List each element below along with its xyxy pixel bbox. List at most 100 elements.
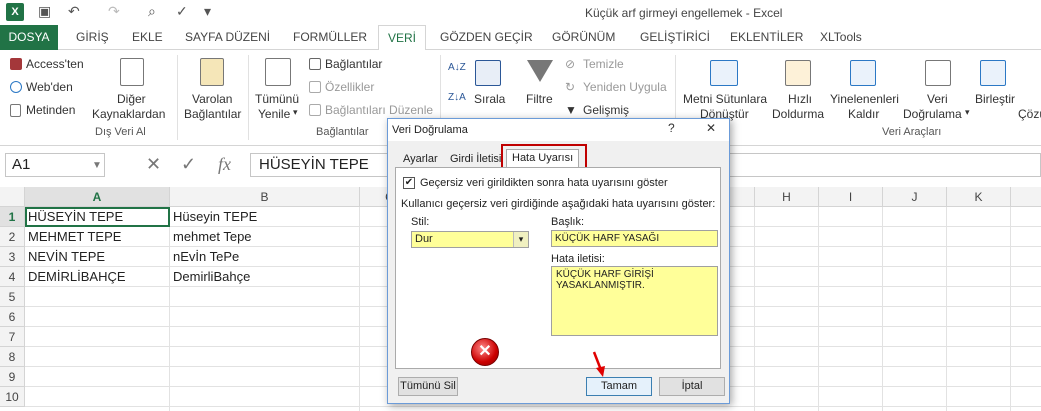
- cancel-icon[interactable]: ✕: [146, 154, 161, 175]
- cell-a4[interactable]: DEMİRLİBAHÇE: [25, 267, 170, 287]
- tab-addins[interactable]: EKLENTİLER: [722, 25, 811, 50]
- divider: [248, 55, 249, 140]
- data-validation-dialog: Veri Doğrulama ? ✕ Ayarlar Girdi İletisi…: [387, 118, 730, 404]
- tab-developer[interactable]: GELİŞTİRİCİ: [632, 25, 718, 50]
- name-box-dropdown-icon[interactable]: ▼: [92, 160, 102, 171]
- show-error-checkbox[interactable]: ✔: [403, 177, 415, 189]
- clear-button[interactable]: Temizle: [583, 57, 624, 71]
- cell-b1[interactable]: Hüseyin TEPE: [170, 207, 360, 227]
- customize-qat-icon[interactable]: ▾: [204, 3, 211, 20]
- undo-icon[interactable]: ↶: [68, 3, 80, 20]
- text-to-columns-label1[interactable]: Metni Sütunlara: [683, 92, 767, 106]
- ok-button[interactable]: Tamam: [586, 377, 652, 396]
- divider: [177, 55, 178, 140]
- sort-button[interactable]: Sırala: [474, 92, 505, 106]
- cell-a2[interactable]: MEHMET TEPE: [25, 227, 170, 247]
- cell-a3[interactable]: NEVİN TEPE: [25, 247, 170, 267]
- existing-connections-label2[interactable]: Bağlantılar: [184, 107, 241, 121]
- redo-icon[interactable]: ↷: [108, 3, 120, 20]
- column-header-k[interactable]: K: [947, 187, 1011, 207]
- sort-za-icon[interactable]: Z↓A: [448, 92, 466, 103]
- consolidate-icon: [980, 60, 1006, 86]
- connections-button[interactable]: Bağlantılar: [325, 57, 382, 71]
- existing-connections-icon: [200, 58, 224, 86]
- consolidate-button[interactable]: Birleştir: [975, 92, 1015, 106]
- existing-connections-label1[interactable]: Varolan: [192, 92, 232, 106]
- cell-b4[interactable]: DemirliBahçe: [170, 267, 360, 287]
- from-web-button[interactable]: Web'den: [26, 80, 73, 94]
- text-file-icon: [10, 104, 21, 117]
- access-icon: [10, 58, 22, 70]
- group-data-tools: Veri Araçları: [882, 126, 942, 138]
- tab-view[interactable]: GÖRÜNÜM: [544, 25, 623, 50]
- enter-icon[interactable]: ✓: [181, 154, 196, 175]
- tab-data[interactable]: VERİ: [378, 25, 426, 51]
- column-header-h[interactable]: H: [755, 187, 819, 207]
- other-sources-label2[interactable]: Kaynaklardan: [92, 107, 165, 121]
- tab-formulas[interactable]: FORMÜLLER: [285, 25, 375, 50]
- from-text-button[interactable]: Metinden: [26, 103, 75, 117]
- cell-b3[interactable]: nEvİn TePe: [170, 247, 360, 267]
- print-preview-icon[interactable]: ⌕: [148, 3, 156, 20]
- style-select-value: Dur: [415, 233, 433, 245]
- message-textarea[interactable]: KÜÇÜK HARF GİRİŞİ YASAKLANMIŞTIR.: [551, 266, 718, 336]
- column-header-i[interactable]: I: [819, 187, 883, 207]
- flash-fill-label2[interactable]: Doldurma: [772, 107, 824, 121]
- remove-duplicates-label1[interactable]: Yinelenenleri: [830, 92, 899, 106]
- show-error-label: Geçersiz veri girildikten sonra hata uya…: [420, 177, 668, 189]
- advanced-filter-button[interactable]: Gelişmiş: [583, 103, 629, 117]
- close-button[interactable]: ✕: [706, 121, 716, 135]
- cell-a1[interactable]: HÜSEYİN TEPE: [25, 207, 170, 227]
- tab-file[interactable]: DOSYA: [0, 25, 58, 50]
- cancel-button[interactable]: İptal: [659, 377, 725, 396]
- message-label: Hata iletisi:: [551, 253, 605, 265]
- filter-button[interactable]: Filtre: [526, 92, 553, 106]
- connections-icon: [309, 58, 321, 70]
- tab-insert[interactable]: EKLE: [124, 25, 171, 50]
- sort-az-icon[interactable]: A↓Z: [448, 62, 466, 73]
- spelling-icon[interactable]: ✓: [176, 3, 188, 20]
- clear-all-button[interactable]: Tümünü Sil: [398, 377, 458, 396]
- save-icon[interactable]: ▣: [38, 3, 51, 20]
- refresh-all-icon: [265, 58, 291, 86]
- style-select[interactable]: Dur ▾: [411, 231, 529, 248]
- refresh-dropdown-icon[interactable]: ▾: [293, 107, 298, 118]
- refresh-all-label2[interactable]: Yenile: [258, 107, 290, 121]
- column-header-a[interactable]: A: [25, 187, 170, 207]
- tab-xltools[interactable]: XLTools: [812, 25, 870, 50]
- data-validation-dropdown-icon[interactable]: ▾: [965, 107, 970, 118]
- ribbon-tabs: DOSYA GİRİŞ EKLE SAYFA DÜZENİ FORMÜLLER …: [0, 25, 1041, 51]
- column-header-partial[interactable]: [1011, 187, 1041, 207]
- what-if-analysis-button[interactable]: Çözü: [1018, 107, 1041, 121]
- name-box[interactable]: A1: [5, 153, 105, 177]
- reapply-button[interactable]: Yeniden Uygula: [583, 80, 667, 94]
- sort-icon: [475, 60, 501, 86]
- select-all-corner[interactable]: [0, 187, 25, 207]
- insert-function-icon[interactable]: fx: [218, 154, 231, 175]
- help-button[interactable]: ?: [668, 121, 675, 135]
- title-input[interactable]: KÜÇÜK HARF YASAĞI: [551, 230, 718, 247]
- data-validation-label2[interactable]: Doğrulama: [903, 107, 962, 121]
- tab-home[interactable]: GİRİŞ: [68, 25, 117, 50]
- properties-button[interactable]: Özellikler: [325, 80, 374, 94]
- cell-b2[interactable]: mehmet Tepe: [170, 227, 360, 247]
- remove-duplicates-label2[interactable]: Kaldır: [848, 107, 879, 121]
- from-access-button[interactable]: Access'ten: [26, 57, 84, 71]
- refresh-all-label1[interactable]: Tümünü: [255, 92, 299, 106]
- tab-review[interactable]: GÖZDEN GEÇİR: [432, 25, 541, 50]
- tab-input-message[interactable]: Girdi İletisi: [445, 151, 506, 168]
- tab-page-layout[interactable]: SAYFA DÜZENİ: [177, 25, 278, 50]
- properties-icon: [309, 81, 321, 93]
- section-label: Kullanıcı geçersiz veri girdiğinde aşağı…: [401, 198, 716, 210]
- other-sources-icon: [120, 58, 144, 86]
- excel-logo-icon: X: [6, 3, 24, 21]
- chevron-down-icon[interactable]: ▾: [513, 232, 528, 247]
- column-header-b[interactable]: B: [170, 187, 360, 207]
- data-validation-label1[interactable]: Veri: [927, 92, 948, 106]
- column-header-j[interactable]: J: [883, 187, 947, 207]
- other-sources-label1[interactable]: Diğer: [117, 92, 146, 106]
- flash-fill-label1[interactable]: Hızlı: [788, 92, 812, 106]
- edit-links-button[interactable]: Bağlantıları Düzenle: [325, 103, 433, 117]
- text-to-columns-icon: [710, 60, 738, 86]
- tab-settings[interactable]: Ayarlar: [398, 151, 443, 168]
